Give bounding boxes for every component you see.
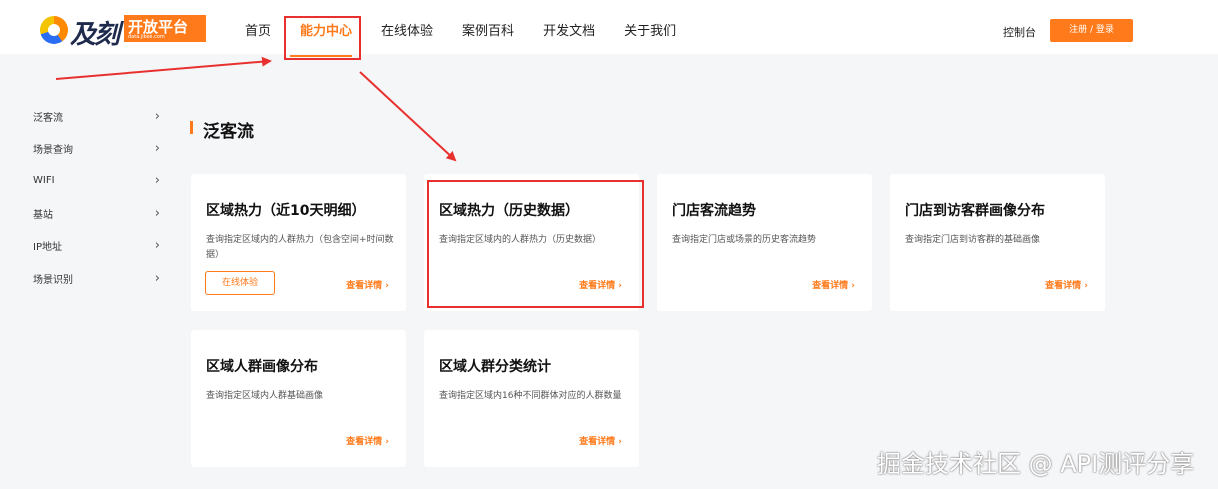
logo-mark-icon [40, 16, 68, 44]
api-card-region-crowd-stats[interactable]: 区域人群分类统计 查询指定区域内16种不同群体对应的人群数量 查看详情 › [424, 330, 639, 467]
nav-item-case-wiki[interactable]: 案例百科 [450, 0, 526, 54]
sidebar-item-passenger-flow[interactable]: 泛客流 › [33, 100, 163, 132]
sidebar-item-label: 场景识别 [33, 274, 73, 286]
nav-item-dev-docs[interactable]: 开发文档 [531, 0, 607, 54]
sidebar-item-scene-recognition[interactable]: 场景识别 › [33, 262, 163, 294]
chevron-right-icon: › [154, 108, 160, 124]
card-title: 区域人群分类统计 [439, 359, 551, 375]
sidebar-item-label: 场景查询 [33, 145, 73, 157]
card-title: 区域人群画像分布 [206, 359, 318, 375]
card-description: 查询指定门店或场景的历史客流趋势 [672, 235, 817, 245]
register-login-button[interactable]: 注册 / 登录 [1050, 19, 1133, 42]
card-title: 区域热力（近10天明细） [206, 203, 366, 219]
brand-logo[interactable]: 及刻 开放平台 data.jikee.com [40, 12, 210, 50]
section-accent-bar [190, 121, 193, 134]
annotation-box-card [427, 180, 644, 308]
sidebar-item-label: WIFI [33, 175, 55, 187]
card-description: 查询指定区域内人群基础画像 [206, 391, 324, 401]
annotation-box-nav [284, 16, 361, 60]
nav-item-about-us[interactable]: 关于我们 [612, 0, 688, 54]
online-trial-button[interactable]: 在线体验 [205, 271, 275, 295]
nav-item-home[interactable]: 首页 [233, 0, 283, 54]
chevron-right-icon: › [154, 173, 160, 189]
logo-domain-text: data.jikee.com [128, 34, 165, 40]
logo-platform-badge: 开放平台 data.jikee.com [124, 15, 206, 42]
top-header: 及刻 开放平台 data.jikee.com 首页 能力中心 在线体验 案例百科… [0, 0, 1218, 57]
sidebar-item-scene-query[interactable]: 场景查询 › [33, 132, 163, 164]
annotation-arrow-down [359, 71, 457, 162]
view-details-link[interactable]: 查看详情 › [579, 434, 622, 447]
card-title: 门店到访客群画像分布 [905, 203, 1045, 219]
chevron-right-icon: › [154, 270, 160, 286]
sidebar-item-label: 泛客流 [33, 112, 63, 124]
watermark: 掘金技术社区 @ API测评分享 [877, 450, 1195, 478]
sidebar-item-wifi[interactable]: WIFI › [33, 165, 163, 197]
sidebar-item-label: IP地址 [33, 242, 62, 254]
view-details-link[interactable]: 查看详情 › [346, 278, 389, 291]
card-title: 门店客流趋势 [672, 203, 756, 219]
api-card-store-visitor-profile[interactable]: 门店到访客群画像分布 查询指定门店到访客群的基础画像 查看详情 › [890, 174, 1105, 311]
api-card-store-flow-trend[interactable]: 门店客流趋势 查询指定门店或场景的历史客流趋势 查看详情 › [657, 174, 872, 311]
logo-brand-text: 及刻 [70, 20, 120, 50]
console-link[interactable]: 控制台 [1003, 24, 1036, 40]
chevron-right-icon: › [154, 141, 160, 157]
card-description: 查询指定区域内的人群热力（包含空间+时间数据） [206, 235, 394, 260]
sidebar: 泛客流 › 场景查询 › WIFI › 基站 › IP地址 › 场景识别 › [33, 100, 163, 294]
view-details-link[interactable]: 查看详情 › [1045, 278, 1088, 291]
api-card-region-heat-10days[interactable]: 区域热力（近10天明细） 查询指定区域内的人群热力（包含空间+时间数据） 在线体… [191, 174, 406, 311]
api-card-region-crowd-profile[interactable]: 区域人群画像分布 查询指定区域内人群基础画像 查看详情 › [191, 330, 406, 467]
annotation-arrow-left [55, 56, 272, 80]
card-description: 查询指定门店到访客群的基础画像 [905, 235, 1041, 245]
chevron-right-icon: › [154, 205, 160, 221]
sidebar-item-base-station[interactable]: 基站 › [33, 197, 163, 229]
sidebar-item-ip-address[interactable]: IP地址 › [33, 230, 163, 262]
sidebar-item-label: 基站 [33, 209, 53, 221]
card-description: 查询指定区域内16种不同群体对应的人群数量 [439, 391, 622, 401]
section-title: 泛客流 [203, 122, 254, 142]
nav-item-online-trial[interactable]: 在线体验 [369, 0, 445, 54]
chevron-right-icon: › [154, 238, 160, 254]
view-details-link[interactable]: 查看详情 › [812, 278, 855, 291]
view-details-link[interactable]: 查看详情 › [346, 434, 389, 447]
